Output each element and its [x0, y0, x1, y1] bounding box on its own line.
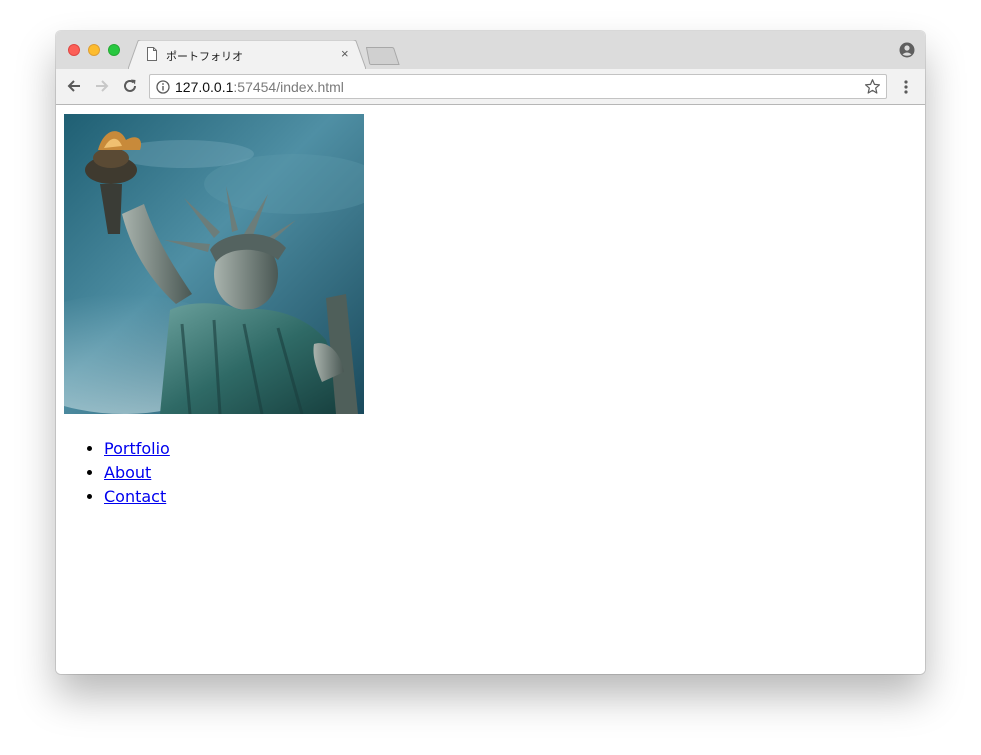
tab-active[interactable]: ポートフォリオ × — [128, 40, 366, 69]
info-icon[interactable] — [156, 80, 170, 94]
list-item: Contact — [104, 485, 170, 509]
forward-arrow-icon[interactable] — [94, 78, 110, 94]
back-arrow-icon[interactable] — [66, 78, 82, 94]
browser-window: ポートフォリオ × 127.0.0.1:57454/index.html • P… — [56, 31, 925, 674]
menu-dots-icon[interactable] — [903, 79, 909, 95]
page-content: Portfolio About Contact — [56, 106, 925, 674]
address-path: :57454/index.html — [233, 79, 344, 95]
close-window-button[interactable] — [68, 44, 80, 56]
tab-close-icon[interactable]: × — [341, 47, 349, 60]
tab-shape — [128, 40, 366, 69]
document-icon — [147, 47, 157, 61]
site-nav: Portfolio About Contact — [64, 437, 170, 509]
address-host: 127.0.0.1 — [175, 79, 234, 95]
nav-link-contact[interactable]: Contact — [104, 487, 166, 506]
nav-link-about[interactable]: About — [104, 463, 151, 482]
zoom-window-button[interactable] — [108, 44, 120, 56]
list-item: About — [104, 461, 170, 485]
nav-link-portfolio[interactable]: Portfolio — [104, 439, 170, 458]
browser-toolbar: 127.0.0.1:57454/index.html — [56, 69, 925, 105]
title-bar: ポートフォリオ × — [56, 31, 925, 69]
reload-icon[interactable] — [122, 78, 138, 94]
profile-icon[interactable] — [899, 42, 915, 58]
minimize-window-button[interactable] — [88, 44, 100, 56]
address-bar[interactable]: 127.0.0.1:57454/index.html — [149, 74, 887, 99]
address-text[interactable]: 127.0.0.1:57454/index.html — [175, 79, 344, 95]
tab-title: ポートフォリオ — [166, 50, 243, 63]
star-icon[interactable] — [864, 78, 881, 95]
new-tab-icon[interactable] — [366, 47, 400, 65]
statue-of-liberty-photo — [64, 114, 364, 414]
list-item: Portfolio — [104, 437, 170, 461]
hero-image-art — [64, 114, 364, 414]
